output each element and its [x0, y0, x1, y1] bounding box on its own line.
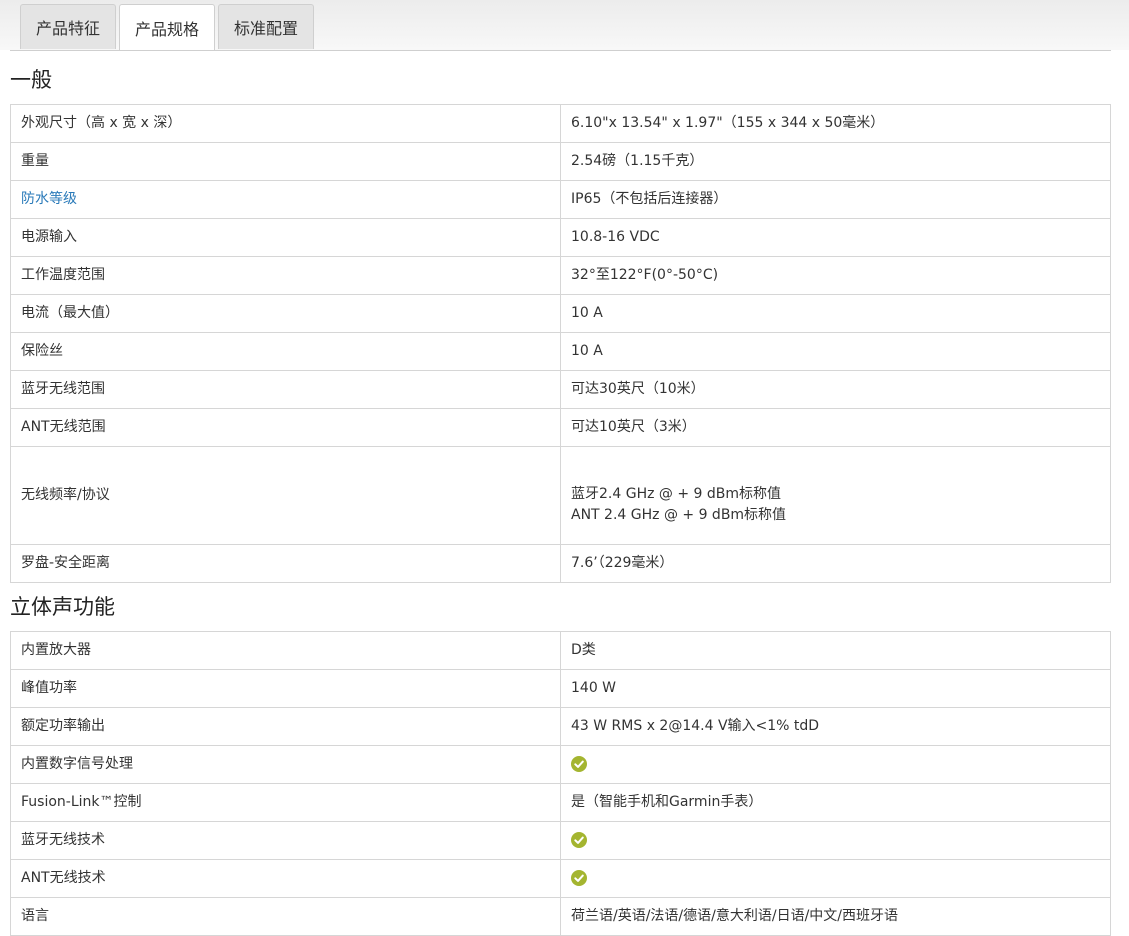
spec-label: 外观尺寸（高 x 宽 x 深） [10, 104, 561, 143]
spec-table-stereo: 内置放大器 D类 峰值功率 140 W 额定功率输出 43 W RMS x 2@… [10, 631, 1111, 936]
spec-label: 语言 [10, 897, 561, 936]
spec-label: 重量 [10, 142, 561, 181]
spec-value: 可达30英尺（10米） [560, 370, 1111, 409]
spec-value-icon-cell [560, 745, 1111, 784]
table-row: 保险丝 10 A [10, 332, 1111, 371]
table-row: 蓝牙无线技术 [10, 821, 1111, 860]
section-title-general: 一般 [10, 68, 52, 92]
table-row: 电源输入 10.8-16 VDC [10, 218, 1111, 257]
spec-value: 6.10"x 13.54" x 1.97"（155 x 344 x 50毫米） [560, 104, 1111, 143]
spec-value-icon-cell [560, 859, 1111, 898]
table-row: 内置数字信号处理 [10, 745, 1111, 784]
spec-value: 2.54磅（1.15千克） [560, 142, 1111, 181]
spec-label: 蓝牙无线范围 [10, 370, 561, 409]
spec-value-line: ANT 2.4 GHz @ + 9 dBm标称值 [571, 506, 787, 523]
spec-value-icon-cell [560, 821, 1111, 860]
section-title-stereo: 立体声功能 [10, 595, 115, 619]
tab-divider [10, 50, 1111, 51]
table-row: 重量 2.54磅（1.15千克） [10, 142, 1111, 181]
spec-label: 无线频率/协议 [10, 446, 561, 545]
spec-label: 保险丝 [10, 332, 561, 371]
spec-label: 电源输入 [10, 218, 561, 257]
tab-bar: 产品特征 产品规格 标准配置 [20, 4, 315, 51]
table-row: ANT无线技术 [10, 859, 1111, 898]
table-row: 峰值功率 140 W [10, 669, 1111, 708]
table-row: 语言 荷兰语/英语/法语/德语/意大利语/日语/中文/西班牙语 [10, 897, 1111, 936]
spec-value: 是（智能手机和Garmin手表） [560, 783, 1111, 822]
table-row: 外观尺寸（高 x 宽 x 深） 6.10"x 13.54" x 1.97"（15… [10, 104, 1111, 143]
spec-label: 罗盘-安全距离 [10, 544, 561, 583]
tab-specs[interactable]: 产品规格 [119, 4, 216, 51]
spec-label: 内置数字信号处理 [10, 745, 561, 784]
spec-value-line: 蓝牙2.4 GHz @ + 9 dBm标称值 [571, 485, 782, 502]
spec-label: ANT无线范围 [10, 408, 561, 447]
spec-value: IP65（不包括后连接器） [560, 180, 1111, 219]
spec-value: D类 [560, 631, 1111, 670]
spec-label: 峰值功率 [10, 669, 561, 708]
spec-value: 荷兰语/英语/法语/德语/意大利语/日语/中文/西班牙语 [560, 897, 1111, 936]
spec-value: 32°至122°F(0°-50°C) [560, 256, 1111, 295]
check-circle-icon [571, 870, 587, 886]
tab-in-the-box[interactable]: 标准配置 [218, 4, 315, 49]
spec-value: 可达10英尺（3米） [560, 408, 1111, 447]
table-row: 电流（最大值） 10 A [10, 294, 1111, 333]
spec-label: 内置放大器 [10, 631, 561, 670]
waterproof-rating-link[interactable]: 防水等级 [21, 191, 77, 207]
spec-label: 工作温度范围 [10, 256, 561, 295]
table-row: 额定功率输出 43 W RMS x 2@14.4 V输入<1% tdD [10, 707, 1111, 746]
spec-value: 140 W [560, 669, 1111, 708]
spec-table-general: 外观尺寸（高 x 宽 x 深） 6.10"x 13.54" x 1.97"（15… [10, 104, 1111, 583]
spec-label: Fusion-Link™控制 [10, 783, 561, 822]
check-circle-icon [571, 756, 587, 772]
spec-value: 43 W RMS x 2@14.4 V输入<1% tdD [560, 707, 1111, 746]
spec-value-multiline: 蓝牙2.4 GHz @ + 9 dBm标称值 ANT 2.4 GHz @ + 9… [560, 446, 1111, 545]
spec-label: 电流（最大值） [10, 294, 561, 333]
spec-value: 7.6’（229毫米） [560, 544, 1111, 583]
table-row: 内置放大器 D类 [10, 631, 1111, 670]
table-row: 工作温度范围 32°至122°F(0°-50°C) [10, 256, 1111, 295]
table-row: 罗盘-安全距离 7.6’（229毫米） [10, 544, 1111, 583]
spec-value: 10 A [560, 332, 1111, 371]
spec-label-cell: 防水等级 [10, 180, 561, 219]
spec-value: 10.8-16 VDC [560, 218, 1111, 257]
spec-label: ANT无线技术 [10, 859, 561, 898]
check-circle-icon [571, 832, 587, 848]
table-row: 无线频率/协议 蓝牙2.4 GHz @ + 9 dBm标称值 ANT 2.4 G… [10, 446, 1111, 545]
table-row: ANT无线范围 可达10英尺（3米） [10, 408, 1111, 447]
tab-features[interactable]: 产品特征 [20, 4, 117, 49]
table-row: Fusion-Link™控制 是（智能手机和Garmin手表） [10, 783, 1111, 822]
spec-label: 蓝牙无线技术 [10, 821, 561, 860]
spec-value: 10 A [560, 294, 1111, 333]
spec-label: 额定功率输出 [10, 707, 561, 746]
table-row: 蓝牙无线范围 可达30英尺（10米） [10, 370, 1111, 409]
table-row: 防水等级 IP65（不包括后连接器） [10, 180, 1111, 219]
